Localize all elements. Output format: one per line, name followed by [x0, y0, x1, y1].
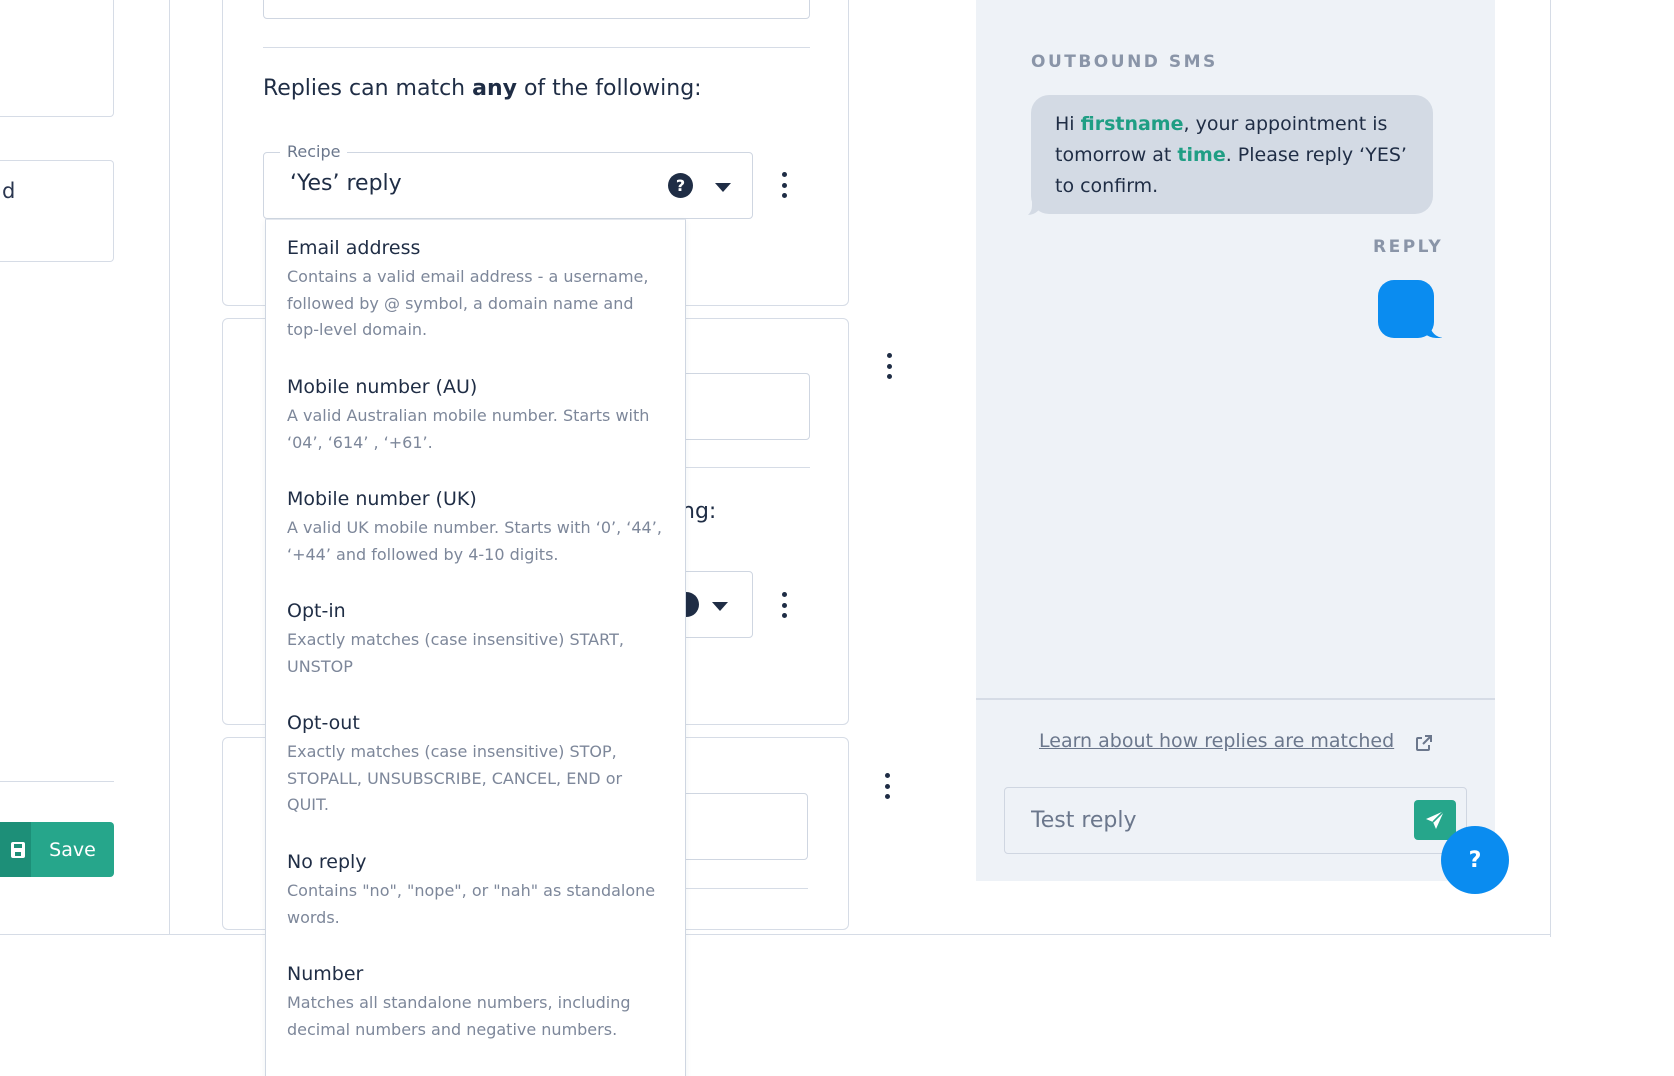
- left-field-partial-text: d: [2, 179, 16, 203]
- option-title: No reply: [287, 851, 367, 873]
- option-title: Mobile number (AU): [287, 376, 478, 398]
- card2-heading-partial: ng:: [681, 499, 717, 524]
- floppy-disk-icon[interactable]: [0, 822, 31, 877]
- outbound-sms-label: OUTBOUND SMS: [1031, 52, 1218, 72]
- option-description: Matches all standalone numbers, includin…: [287, 993, 631, 1039]
- learn-replies-link[interactable]: Learn about how replies are matched: [1039, 730, 1394, 752]
- message-variable-firstname: firstname: [1080, 113, 1184, 135]
- dropdown-option-number[interactable]: Number Matches all standalone numbers, i…: [287, 961, 667, 1043]
- option-description: Contains a valid email address - a usern…: [287, 267, 649, 339]
- recipe-dropdown-menu: Email address Contains a valid email add…: [265, 219, 686, 1076]
- option-title: Opt-out: [287, 712, 360, 734]
- message-variable-time: time: [1177, 144, 1226, 166]
- left-field-upper[interactable]: [0, 0, 114, 117]
- kebab-menu-icon[interactable]: [779, 172, 789, 198]
- option-title: Mobile number (UK): [287, 488, 477, 510]
- replies-prefix: Replies can match: [263, 76, 473, 101]
- panel-divider: [976, 698, 1495, 700]
- dropdown-option-opt-in[interactable]: Opt-in Exactly matches (case insensitive…: [287, 598, 667, 680]
- replies-suffix: of the following:: [516, 76, 702, 101]
- kebab-menu-icon[interactable]: [779, 592, 789, 618]
- card1-divider: [263, 47, 810, 48]
- page-bottom-border: [0, 934, 1551, 935]
- external-link-icon[interactable]: [1414, 733, 1434, 753]
- option-title: Number: [287, 963, 364, 985]
- dropdown-option-opt-out[interactable]: Opt-out Exactly matches (case insensitiv…: [287, 710, 667, 819]
- help-fab-button[interactable]: ?: [1441, 826, 1509, 894]
- option-title: Email address: [287, 237, 421, 259]
- option-description: A valid UK mobile number. Starts with ‘0…: [287, 518, 662, 564]
- option-title: Opt-in: [287, 600, 346, 622]
- message-text: Hi: [1055, 113, 1081, 135]
- left-divider: [0, 781, 114, 782]
- card1-top-input[interactable]: [263, 0, 810, 19]
- dropdown-option-email[interactable]: Email address Contains a valid email add…: [287, 235, 667, 344]
- kebab-menu-icon[interactable]: [884, 353, 894, 379]
- dropdown-option-mobile-uk[interactable]: Mobile number (UK) A valid UK mobile num…: [287, 486, 667, 568]
- save-button-group[interactable]: Save: [0, 822, 114, 877]
- option-description: Exactly matches (case insensitive) START…: [287, 630, 624, 676]
- question-circle-icon[interactable]: ?: [668, 173, 693, 198]
- option-description: Exactly matches (case insensitive) STOP,…: [287, 742, 623, 814]
- replies-match-heading: Replies can match any of the following:: [263, 76, 702, 101]
- test-reply-input[interactable]: [1004, 787, 1467, 854]
- send-icon[interactable]: [1414, 800, 1456, 840]
- reply-label: REPLY: [1373, 237, 1444, 257]
- outbound-bubble-tail-mask: [1012, 188, 1032, 218]
- recipe-select[interactable]: Recipe ‘Yes’ reply ?: [263, 142, 753, 219]
- replies-emphasis: any: [472, 76, 517, 101]
- option-description: A valid Australian mobile number. Starts…: [287, 406, 650, 452]
- option-description: Contains "no", "nope", or "nah" as stand…: [287, 881, 656, 927]
- panel-right-border: [1550, 0, 1551, 937]
- save-button[interactable]: Save: [31, 822, 114, 877]
- caret-down-icon[interactable]: [715, 183, 731, 192]
- outbound-sms-bubble: Hi firstname, your appointment is tomorr…: [1031, 95, 1433, 214]
- left-field-lower[interactable]: [0, 160, 114, 262]
- kebab-menu-icon[interactable]: [882, 773, 892, 799]
- recipe-select-legend: Recipe: [280, 142, 348, 161]
- dropdown-option-mobile-au[interactable]: Mobile number (AU) A valid Australian mo…: [287, 374, 667, 456]
- reply-bubble: [1378, 280, 1434, 338]
- recipe-select-value: ‘Yes’ reply: [290, 171, 402, 196]
- dropdown-option-no-reply[interactable]: No reply Contains "no", "nope", or "nah"…: [287, 849, 667, 931]
- left-column-border: [169, 0, 170, 934]
- caret-down-icon[interactable]: [712, 602, 728, 611]
